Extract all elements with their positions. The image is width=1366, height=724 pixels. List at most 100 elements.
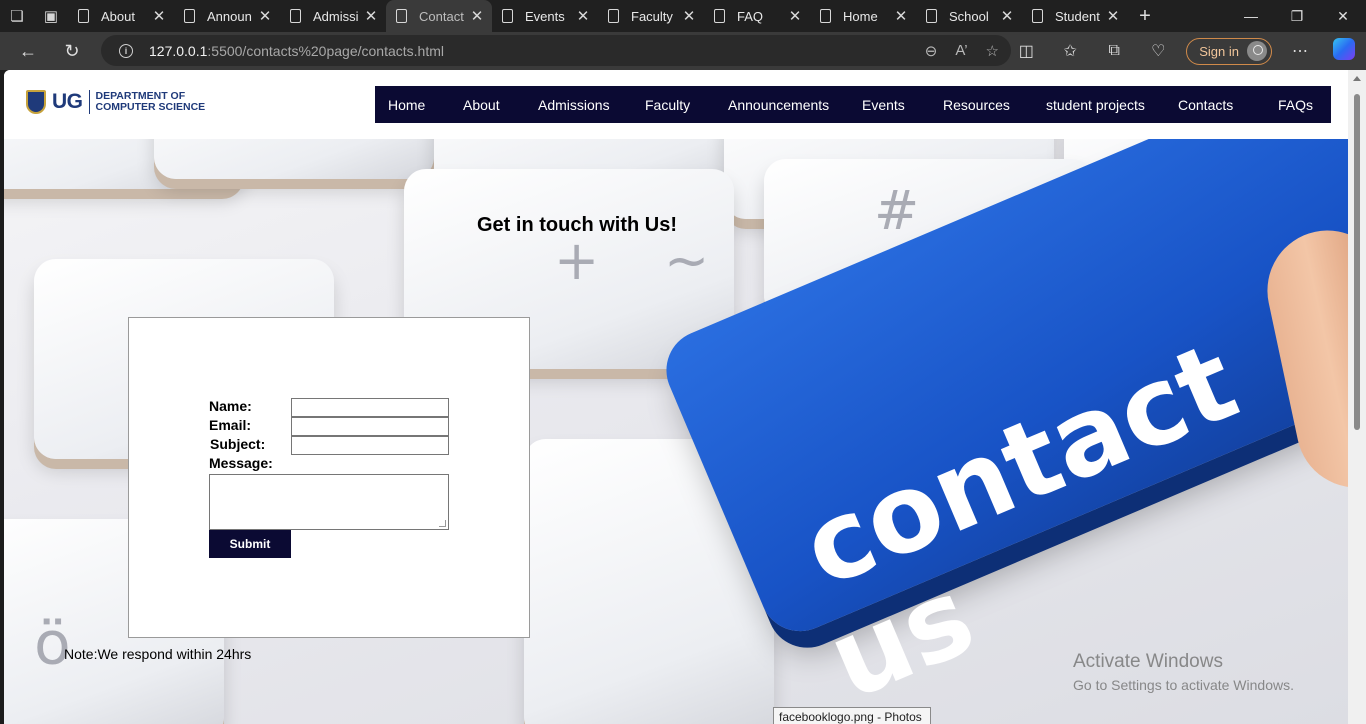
- nav-events[interactable]: Events: [862, 97, 905, 113]
- scroll-thumb[interactable]: [1354, 94, 1360, 430]
- close-icon[interactable]: ✕: [576, 7, 590, 25]
- tab-home[interactable]: Home ✕: [810, 0, 916, 32]
- message-label: Message:: [209, 455, 273, 471]
- address-toolbar: ← ↻ i 127.0.0.1:5500/contacts%20page/con…: [0, 32, 1366, 70]
- star-icon[interactable]: ☆: [986, 42, 999, 60]
- crest-icon: [26, 90, 46, 114]
- tab-label: Events: [525, 8, 565, 24]
- submit-button[interactable]: Submit: [209, 530, 291, 558]
- tab-school[interactable]: School ✕: [916, 0, 1022, 32]
- close-icon[interactable]: ✕: [788, 7, 802, 25]
- split-screen-icon[interactable]: ◫: [1004, 41, 1048, 61]
- site-logo[interactable]: UG DEPARTMENT OF COMPUTER SCIENCE: [26, 90, 205, 114]
- copilot-icon[interactable]: [1322, 37, 1366, 65]
- tab-contacts[interactable]: Contact ✕: [386, 0, 492, 32]
- url-host: 127.0.0.1: [149, 42, 208, 59]
- close-icon[interactable]: ✕: [1106, 7, 1120, 25]
- read-aloud-icon[interactable]: A’: [955, 42, 967, 59]
- close-icon[interactable]: ✕: [894, 7, 908, 25]
- tab-label: Admissi: [313, 8, 359, 24]
- tab-faq[interactable]: FAQ ✕: [704, 0, 810, 32]
- info-icon[interactable]: i: [119, 43, 133, 58]
- nav-faculty[interactable]: Faculty: [645, 97, 690, 113]
- email-label: Email:: [209, 417, 252, 433]
- keyboard-key: [154, 139, 434, 179]
- name-input[interactable]: [291, 398, 449, 417]
- page-icon: [820, 9, 831, 23]
- address-bar[interactable]: i 127.0.0.1:5500/contacts%20page/contact…: [101, 35, 1011, 66]
- nav-about[interactable]: About: [463, 97, 500, 113]
- more-icon[interactable]: ⋯: [1278, 41, 1322, 61]
- tab-label: Contact: [419, 8, 464, 24]
- sign-in-button[interactable]: Sign in: [1186, 37, 1272, 65]
- tab-events[interactable]: Events ✕: [492, 0, 598, 32]
- tab-label: About: [101, 8, 135, 24]
- main-nav: Home About Admissions Faculty Announceme…: [375, 86, 1331, 123]
- zoom-out-icon[interactable]: ⊖: [925, 42, 938, 60]
- subject-input[interactable]: [291, 436, 449, 455]
- activate-windows-watermark: Activate Windows Go to Settings to activ…: [1073, 651, 1294, 693]
- logo-mark: UG: [52, 90, 83, 113]
- collections-icon[interactable]: ⧉: [1092, 42, 1136, 60]
- page-icon: [290, 9, 301, 23]
- new-tab-plus-icon[interactable]: +: [1128, 0, 1162, 32]
- close-icon[interactable]: ✕: [682, 7, 696, 25]
- page-viewport: UG DEPARTMENT OF COMPUTER SCIENCE Home A…: [4, 70, 1348, 724]
- nav-faqs[interactable]: FAQs: [1278, 97, 1313, 113]
- sign-in-label: Sign in: [1199, 43, 1239, 59]
- back-arrow-icon[interactable]: ←: [13, 36, 43, 66]
- watermark-subtitle: Go to Settings to activate Windows.: [1073, 677, 1294, 693]
- window-controls: — ❐ ✕: [1228, 0, 1366, 32]
- nav-student-projects[interactable]: student projects: [1046, 97, 1145, 113]
- nav-contacts[interactable]: Contacts: [1178, 97, 1233, 113]
- tab-about[interactable]: About ✕: [68, 0, 174, 32]
- profile-avatar-icon: [1247, 41, 1267, 61]
- tab-label: FAQ: [737, 8, 764, 24]
- taskbar-tooltip: facebooklogo.png - Photos: [773, 707, 931, 724]
- browser-essentials-icon[interactable]: ♡: [1136, 41, 1180, 61]
- close-icon[interactable]: ✕: [470, 7, 484, 25]
- nav-resources[interactable]: Resources: [943, 97, 1010, 113]
- favorites-icon[interactable]: ✩: [1048, 41, 1092, 61]
- refresh-icon[interactable]: ↻: [57, 36, 87, 66]
- tab-label: School: [949, 8, 989, 24]
- close-icon[interactable]: ✕: [1000, 7, 1014, 25]
- page-icon: [1032, 9, 1043, 23]
- nav-home[interactable]: Home: [388, 97, 425, 113]
- restore-icon[interactable]: ❐: [1274, 0, 1320, 32]
- tab-faculty[interactable]: Faculty ✕: [598, 0, 704, 32]
- page-scrollbar[interactable]: [1348, 70, 1366, 724]
- tab-label: Announ: [207, 8, 252, 24]
- page-icon: [714, 9, 725, 23]
- name-label: Name:: [209, 398, 252, 414]
- watermark-title: Activate Windows: [1073, 651, 1223, 672]
- tab-label: Faculty: [631, 8, 673, 24]
- close-icon[interactable]: ✕: [258, 7, 272, 25]
- tab-student[interactable]: Student ✕: [1022, 0, 1128, 32]
- page-icon: [396, 9, 407, 23]
- close-icon[interactable]: ✕: [364, 7, 378, 25]
- workspaces-icon[interactable]: ❏: [0, 0, 34, 32]
- message-textarea[interactable]: [209, 474, 449, 530]
- tab-strip: ❏ ▣ About ✕ Announ ✕ Admissi ✕ Contact ✕…: [0, 0, 1366, 32]
- page-icon: [502, 9, 513, 23]
- subject-label: Subject:: [210, 436, 266, 452]
- logo-text: DEPARTMENT OF COMPUTER SCIENCE: [96, 91, 206, 113]
- tab-announcements[interactable]: Announ ✕: [174, 0, 280, 32]
- tab-label: Home: [843, 8, 878, 24]
- minimize-icon[interactable]: —: [1228, 0, 1274, 32]
- nav-announcements[interactable]: Announcements: [728, 97, 829, 113]
- url-path: :5500/contacts%20page/contacts.html: [207, 42, 444, 59]
- response-note: Note:We respond within 24hrs: [64, 646, 252, 662]
- close-window-icon[interactable]: ✕: [1320, 0, 1366, 32]
- nav-admissions[interactable]: Admissions: [538, 97, 610, 113]
- scroll-up-icon[interactable]: [1353, 76, 1361, 81]
- tab-actions-icon[interactable]: ▣: [34, 0, 68, 32]
- tab-admissions[interactable]: Admissi ✕: [280, 0, 386, 32]
- logo-divider: [88, 90, 90, 114]
- page-icon: [184, 9, 195, 23]
- page-icon: [926, 9, 937, 23]
- logo-line-2: COMPUTER SCIENCE: [95, 101, 206, 113]
- email-input[interactable]: [291, 417, 449, 436]
- close-icon[interactable]: ✕: [152, 7, 166, 25]
